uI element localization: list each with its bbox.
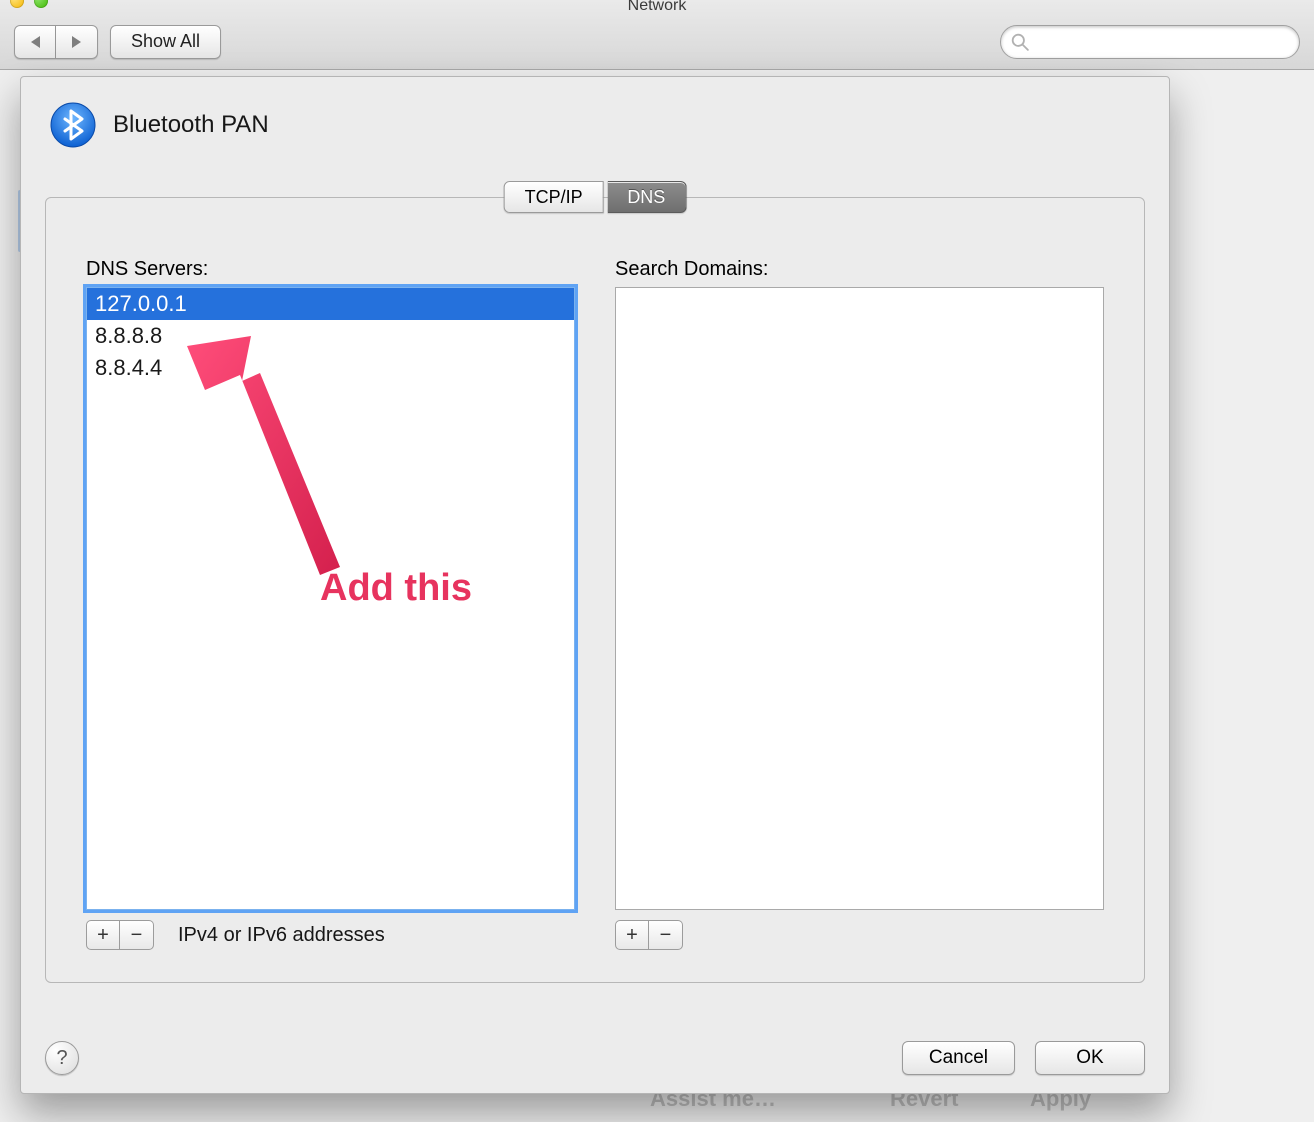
search-domains-plus-minus: + − — [615, 920, 683, 950]
dns-hint: IPv4 or IPv6 addresses — [178, 924, 385, 947]
back-button[interactable] — [14, 25, 56, 59]
dns-servers-label: DNS Servers: — [86, 258, 575, 281]
dns-plus-minus: + − — [86, 920, 154, 950]
search-field[interactable] — [1000, 25, 1300, 59]
search-input[interactable] — [1035, 32, 1289, 52]
toolbar: Network Show All — [0, 0, 1314, 70]
chevron-right-icon — [72, 36, 81, 48]
dns-remove-button[interactable]: − — [120, 920, 154, 950]
nav-back-forward — [14, 25, 98, 59]
dns-row[interactable]: 8.8.4.4 — [87, 352, 574, 384]
annotation-label: Add this — [320, 567, 472, 610]
show-all-button[interactable]: Show All — [110, 25, 221, 59]
advanced-sheet: Bluetooth PAN TCP/IP DNS DNS Servers: 12… — [20, 76, 1170, 1094]
bluetooth-icon — [49, 101, 97, 149]
sheet-body: DNS Servers: 127.0.0.1 8.8.8.8 8.8.4.4 +… — [45, 197, 1145, 983]
chevron-left-icon — [31, 36, 40, 48]
search-domains-remove-button[interactable]: − — [649, 920, 683, 950]
tab-bar: TCP/IP DNS — [504, 181, 687, 213]
cancel-button[interactable]: Cancel — [902, 1041, 1015, 1075]
tab-tcpip[interactable]: TCP/IP — [504, 181, 604, 213]
search-domains-list[interactable] — [615, 287, 1104, 910]
forward-button[interactable] — [56, 25, 98, 59]
help-button[interactable]: ? — [45, 1041, 79, 1075]
ok-button[interactable]: OK — [1035, 1041, 1145, 1075]
search-domains-label: Search Domains: — [615, 258, 1104, 281]
search-domains-column: Search Domains: + − — [615, 258, 1104, 952]
minimize-dot[interactable] — [10, 0, 24, 8]
window-title: Network — [0, 0, 1314, 12]
sheet-title: Bluetooth PAN — [113, 111, 269, 139]
search-domains-add-button[interactable]: + — [615, 920, 649, 950]
traffic-lights — [10, 0, 48, 8]
zoom-dot[interactable] — [34, 0, 48, 8]
dns-row[interactable]: 127.0.0.1 — [87, 288, 574, 320]
search-icon — [1011, 33, 1029, 51]
dns-row[interactable]: 8.8.8.8 — [87, 320, 574, 352]
sheet-footer: ? Cancel OK — [45, 1041, 1145, 1075]
tab-dns[interactable]: DNS — [607, 181, 686, 213]
dns-add-button[interactable]: + — [86, 920, 120, 950]
